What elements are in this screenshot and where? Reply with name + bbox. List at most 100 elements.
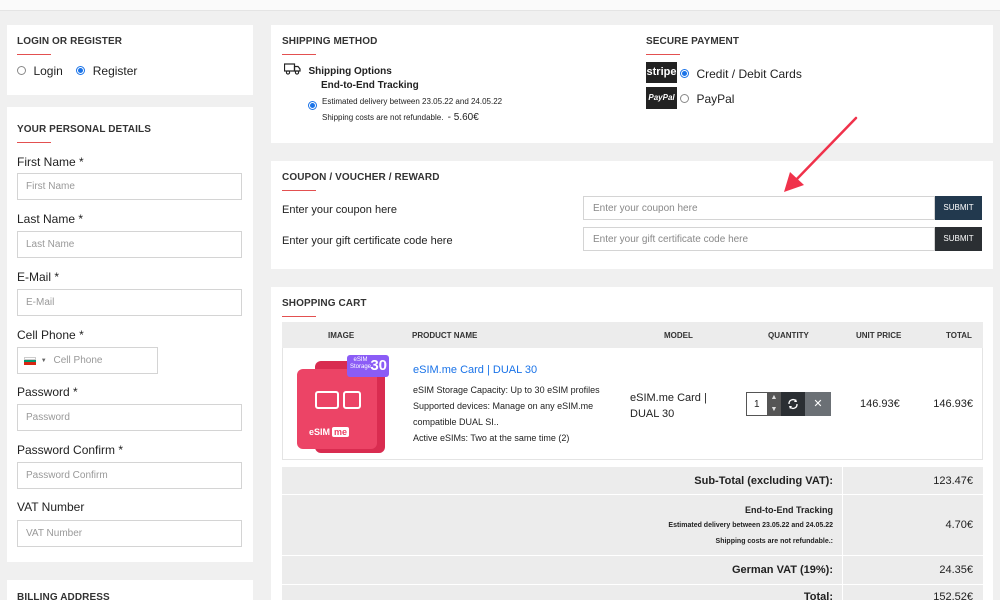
- product-image[interactable]: eSIM me eSIM Storage 30: [295, 355, 393, 453]
- totals-divider: [842, 467, 843, 494]
- grand-total-row: Total: 152.52€: [282, 585, 983, 600]
- vat-label: German VAT (19%):: [731, 564, 833, 576]
- shopping-cart-panel: SHOPPING CART IMAGE PRODUCT NAME MODEL Q…: [271, 287, 993, 600]
- password-confirm-placeholder: Password Confirm: [26, 470, 108, 481]
- credit-card-radio-icon: [680, 69, 689, 79]
- login-register-heading: LOGIN OR REGISTER: [17, 36, 123, 47]
- password-confirm-label-text: Password Confirm: [17, 443, 116, 457]
- subtotal-row: Sub-Total (excluding VAT): 123.47€: [282, 467, 983, 495]
- vat-number-label-text: VAT Number: [17, 500, 85, 514]
- last-name-placeholder: Last Name: [26, 239, 75, 250]
- cell-phone-label: Cell Phone *: [17, 328, 84, 342]
- badge-esim-text: eSIM: [353, 357, 368, 363]
- remove-item-button[interactable]: ✕: [805, 392, 831, 416]
- grand-total-value: 152.52€: [933, 591, 973, 600]
- sim-card-front: eSIM me: [297, 369, 377, 449]
- quantity-input[interactable]: 1: [746, 392, 768, 416]
- email-label: E-Mail *: [17, 270, 59, 284]
- coupon-submit-button[interactable]: SUBMIT: [935, 196, 982, 220]
- quantity-stepper: 1 ▲ ▼ ✕: [746, 392, 831, 416]
- paypal-logo-text: PayPal: [648, 93, 675, 102]
- login-radio-icon: [17, 66, 26, 76]
- product-desc-line: Active eSIMs: Two at the same time (2): [413, 433, 570, 443]
- last-name-label: Last Name *: [17, 212, 83, 226]
- quantity-value: 1: [754, 399, 760, 410]
- badge-storage-text: Storage: [350, 364, 372, 370]
- register-radio-icon: [76, 66, 86, 76]
- cell-phone-field[interactable]: ▼ Cell Phone: [17, 347, 158, 374]
- totals-divider: [842, 585, 843, 600]
- cart-item-row: eSIM me eSIM Storage 30 eSIM.me Card | DU…: [282, 348, 983, 460]
- login-radio-label: Login: [33, 64, 63, 78]
- country-dropdown-caret-icon: ▼: [40, 357, 47, 364]
- shipping-option-radio[interactable]: [308, 97, 317, 115]
- first-name-placeholder: First Name: [26, 181, 75, 192]
- storage-badge: eSIM Storage 30: [347, 355, 389, 377]
- grand-total-label: Total:: [803, 591, 833, 600]
- billing-address-panel: BILLING ADDRESS: [7, 580, 253, 600]
- cell-phone-placeholder: Cell Phone: [53, 355, 103, 366]
- bulgaria-flag-icon[interactable]: [24, 356, 36, 365]
- coupon-placeholder: Enter your coupon here: [593, 203, 698, 214]
- login-register-panel: LOGIN OR REGISTER Login Register: [7, 25, 253, 95]
- paypal-label: PayPal: [696, 92, 735, 106]
- required-mark: *: [79, 155, 84, 169]
- vat-row: German VAT (19%): 24.35€: [282, 556, 983, 585]
- credit-card-label: Credit / Debit Cards: [696, 67, 802, 81]
- gift-certificate-placeholder: Enter your gift certificate code here: [593, 234, 749, 245]
- first-name-field[interactable]: First Name: [17, 173, 242, 200]
- heading-underline: [282, 190, 316, 191]
- coupon-input[interactable]: Enter your coupon here: [583, 196, 935, 220]
- shipping-total-label: End-to-End Tracking: [744, 505, 833, 515]
- paypal-logo: PayPal: [646, 87, 677, 109]
- product-brand-text: eSIM: [309, 427, 331, 437]
- refresh-button[interactable]: [781, 392, 805, 416]
- last-name-field[interactable]: Last Name: [17, 231, 242, 258]
- product-desc-line: Supported devices: Manage on any eSIM.me: [413, 401, 594, 411]
- paypal-radio[interactable]: PayPal: [680, 90, 734, 108]
- register-radio[interactable]: Register: [76, 62, 137, 79]
- column-header-image: IMAGE: [328, 331, 355, 340]
- column-header-total: TOTAL: [946, 331, 972, 340]
- vat-number-label: VAT Number: [17, 500, 84, 514]
- shipping-options-title: Shipping Options: [308, 65, 392, 77]
- password-field[interactable]: Password: [17, 404, 242, 431]
- cell-phone-label-text: Cell Phone: [17, 328, 76, 342]
- subtotal-label: Sub-Total (excluding VAT):: [694, 475, 833, 487]
- product-model-line: eSIM.me Card |: [630, 392, 707, 404]
- register-radio-label: Register: [92, 64, 138, 78]
- shipping-total-note: Estimated delivery between 23.05.22 and …: [668, 522, 833, 529]
- coupon-panel: COUPON / VOUCHER / REWARD Enter your cou…: [271, 161, 993, 269]
- sim-chip-icon: [315, 391, 339, 409]
- top-bar: [0, 0, 1000, 11]
- email-field[interactable]: E-Mail: [17, 289, 242, 316]
- coupon-heading: COUPON / VOUCHER / REWARD: [282, 172, 440, 183]
- column-header-quantity: QUANTITY: [768, 331, 809, 340]
- required-mark: *: [73, 385, 78, 399]
- column-header-unit-price: UNIT PRICE: [856, 331, 902, 340]
- coupon-label: Enter your coupon here: [282, 204, 397, 216]
- shipping-refund-text: Shipping costs are not refundable.: [322, 113, 444, 122]
- totals-divider: [842, 495, 843, 555]
- vat-number-field[interactable]: VAT Number: [17, 520, 242, 547]
- shipping-method-name: End-to-End Tracking: [321, 80, 419, 91]
- refresh-icon: [788, 399, 798, 409]
- first-name-label: First Name *: [17, 155, 84, 169]
- product-name-link[interactable]: eSIM.me Card | DUAL 30: [413, 364, 537, 376]
- login-radio[interactable]: Login: [17, 62, 67, 79]
- password-label-text: Password: [17, 385, 70, 399]
- quantity-decrement-button[interactable]: ▼: [767, 404, 781, 416]
- quantity-increment-button[interactable]: ▲: [767, 392, 781, 404]
- password-confirm-field[interactable]: Password Confirm: [17, 462, 242, 489]
- shipping-delivery-text: Estimated delivery between 23.05.22 and …: [322, 97, 503, 106]
- heading-underline: [646, 54, 680, 55]
- product-model-line: DUAL 30: [630, 408, 675, 420]
- gift-certificate-submit-button[interactable]: SUBMIT: [935, 227, 982, 251]
- gift-certificate-input[interactable]: Enter your gift certificate code here: [583, 227, 935, 251]
- sim-chip-icon-2: [343, 391, 361, 409]
- personal-details-panel: YOUR PERSONAL DETAILS First Name * First…: [7, 107, 253, 562]
- close-icon: ✕: [813, 398, 823, 410]
- badge-number: 30: [370, 357, 387, 374]
- credit-card-radio[interactable]: Credit / Debit Cards: [680, 65, 802, 83]
- heading-underline: [17, 142, 51, 143]
